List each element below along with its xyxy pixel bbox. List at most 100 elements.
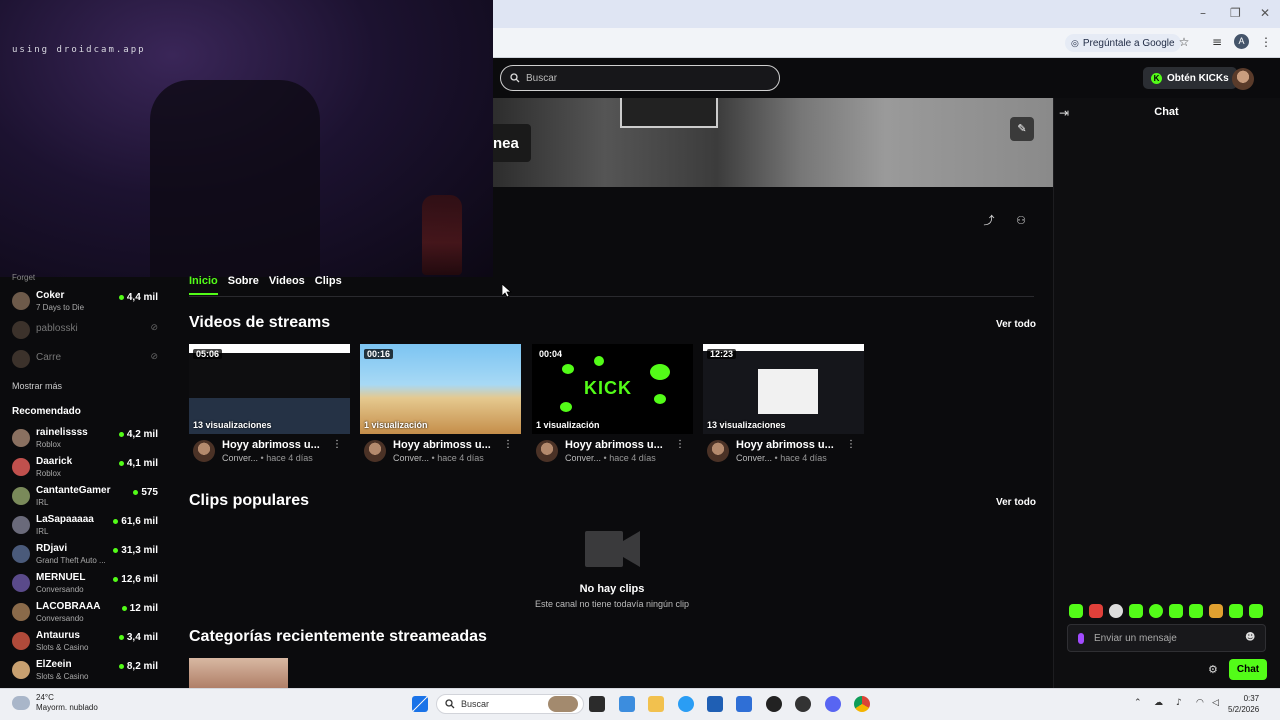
- system-clock[interactable]: 0:37 5/2/2026: [1228, 693, 1259, 715]
- video-camera-icon: [585, 531, 640, 567]
- video-title[interactable]: Hoyy abrimoss u...: [736, 439, 834, 451]
- add-user-icon[interactable]: ⚇: [1013, 213, 1029, 229]
- video-title[interactable]: Hoyy abrimoss u...: [565, 439, 663, 451]
- banner-label: nea: [493, 124, 531, 162]
- avatar[interactable]: [193, 440, 215, 462]
- app-icon[interactable]: [795, 696, 811, 712]
- video-menu-icon[interactable]: ⋮: [332, 439, 342, 450]
- videos-see-all-link[interactable]: Ver todo: [996, 319, 1036, 330]
- video-thumbnail[interactable]: 00:16 1 visualización: [360, 344, 521, 434]
- emote-icon[interactable]: [1209, 604, 1223, 618]
- search-highlight-icon[interactable]: [548, 696, 578, 712]
- outlook-icon[interactable]: [736, 696, 752, 712]
- close-icon[interactable]: ✕: [1260, 6, 1270, 20]
- microphone-icon[interactable]: [1078, 632, 1084, 644]
- emote-icon[interactable]: [1069, 604, 1083, 618]
- channel-category: Slots & Casino: [36, 672, 89, 681]
- tab-inicio[interactable]: Inicio: [189, 273, 218, 295]
- bookmark-star-icon[interactable]: ☆: [1176, 34, 1192, 50]
- search-input[interactable]: Buscar: [500, 65, 780, 91]
- tab-clips[interactable]: Clips: [315, 273, 342, 295]
- clips-see-all-link[interactable]: Ver todo: [996, 497, 1036, 508]
- tabs-divider: [189, 296, 1034, 297]
- minimize-icon[interactable]: –: [1200, 6, 1206, 20]
- wifi-icon[interactable]: ◠: [1196, 698, 1204, 708]
- sidebar-item-coker[interactable]: Coker 7 Days to Die 4,4 mil: [0, 286, 168, 314]
- ask-google-button[interactable]: ◎ Pregúntale a Google: [1065, 34, 1181, 52]
- video-thumbnail[interactable]: KICK 00:04 1 visualización: [532, 344, 693, 434]
- task-view-icon[interactable]: [589, 696, 605, 712]
- video-card[interactable]: 12:23 13 visualizaciones Hoyy abrimoss u…: [703, 344, 864, 474]
- sidebar-item-antaurus[interactable]: Antaurus Slots & Casino 3,4 mil: [0, 626, 168, 654]
- chat-send-button[interactable]: Chat: [1229, 659, 1267, 680]
- sidebar-partial-item: Forget: [12, 273, 36, 282]
- video-menu-icon[interactable]: ⋮: [675, 439, 685, 450]
- video-title[interactable]: Hoyy abrimoss u...: [222, 439, 320, 451]
- tab-videos[interactable]: Videos: [269, 273, 305, 295]
- maximize-icon[interactable]: ❐: [1230, 6, 1241, 20]
- weather-widget[interactable]: 24°C Mayorm. nublado: [12, 693, 98, 713]
- chrome-icon[interactable]: [854, 696, 870, 712]
- sidebar-item-elzeein[interactable]: ElZeein Slots & Casino 8,2 mil: [0, 655, 168, 683]
- avatar[interactable]: [707, 440, 729, 462]
- channel-category: Conversando: [36, 614, 84, 623]
- live-dot-icon: [118, 295, 124, 300]
- category-thumbnail[interactable]: [189, 658, 288, 688]
- microphone-tray-icon[interactable]: ♪: [1176, 698, 1182, 708]
- sidebar-item-lasapaaaaa[interactable]: LaSapaaaaa IRL 61,6 mil: [0, 510, 168, 538]
- video-duration: 12:23: [707, 349, 737, 359]
- avatar[interactable]: [364, 440, 386, 462]
- user-avatar[interactable]: [1232, 68, 1254, 90]
- sidebar-item-rainelissss[interactable]: rainelissss Roblox 4,2 mil: [0, 423, 168, 451]
- avatar: [12, 516, 30, 534]
- search-icon: [510, 73, 520, 83]
- video-card[interactable]: 00:16 1 visualización Hoyy abrimoss u...…: [360, 344, 521, 474]
- edge-browser-icon[interactable]: [678, 696, 694, 712]
- video-menu-icon[interactable]: ⋮: [503, 439, 513, 450]
- video-card[interactable]: KICK 00:04 1 visualización Hoyy abrimoss…: [532, 344, 693, 474]
- video-thumbnail[interactable]: 05:06 13 visualizaciones: [189, 344, 350, 434]
- chat-message-input[interactable]: Enviar un mensaje: [1067, 624, 1266, 652]
- file-explorer-icon[interactable]: [648, 696, 664, 712]
- tray-app-icon[interactable]: ☁: [1154, 698, 1163, 708]
- emote-icon[interactable]: [1249, 604, 1263, 618]
- emote-icon[interactable]: [1129, 604, 1143, 618]
- widgets-icon[interactable]: [619, 696, 635, 712]
- video-title[interactable]: Hoyy abrimoss u...: [393, 439, 491, 451]
- windows-start-icon[interactable]: [412, 696, 428, 712]
- emote-icon[interactable]: [1189, 604, 1203, 618]
- sidebar-item-carre[interactable]: Carre ⊘: [0, 344, 168, 372]
- get-kicks-button[interactable]: K Obtén KICKs: [1143, 67, 1237, 89]
- share-icon[interactable]: ⤴: [981, 213, 997, 229]
- sidebar-item-daarick[interactable]: Daarick Roblox 4,1 mil: [0, 452, 168, 480]
- emote-icon[interactable]: [1089, 604, 1103, 618]
- tray-chevron-icon[interactable]: ⌃: [1134, 698, 1142, 708]
- volume-icon[interactable]: ◁: [1212, 698, 1219, 708]
- emoji-icon[interactable]: ☻: [1245, 632, 1255, 643]
- sidebar-item-mernuel[interactable]: MERNUEL Conversando 12,6 mil: [0, 568, 168, 596]
- edit-banner-button[interactable]: ✎: [1010, 117, 1034, 141]
- discord-icon[interactable]: [825, 696, 841, 712]
- sidebar-item-pablosski[interactable]: pablosski ⊘: [0, 315, 168, 343]
- show-more-link[interactable]: Mostrar más: [12, 381, 62, 391]
- webcam-watermark: using droidcam.app: [12, 45, 146, 55]
- sidebar-item-lacobraaa[interactable]: LACOBRAAA Conversando 12 mil: [0, 597, 168, 625]
- viewer-count: 31,3 mil: [113, 545, 158, 556]
- reading-list-icon[interactable]: ≡: [1209, 34, 1225, 50]
- emote-icon[interactable]: [1109, 604, 1123, 618]
- store-icon[interactable]: [707, 696, 723, 712]
- browser-menu-icon[interactable]: ⋮: [1258, 34, 1274, 50]
- avatar[interactable]: [536, 440, 558, 462]
- app-icon[interactable]: [766, 696, 782, 712]
- tab-sobre[interactable]: Sobre: [228, 273, 259, 295]
- video-menu-icon[interactable]: ⋮: [846, 439, 856, 450]
- emote-icon[interactable]: [1169, 604, 1183, 618]
- sidebar-item-rdjavi[interactable]: RDjavi Grand Theft Auto ... 31,3 mil: [0, 539, 168, 567]
- sidebar-item-cantantegamer[interactable]: CantanteGamer IRL 575: [0, 481, 168, 509]
- browser-profile-avatar[interactable]: A: [1234, 34, 1249, 49]
- emote-icon[interactable]: [1149, 604, 1163, 618]
- video-card[interactable]: 05:06 13 visualizaciones Hoyy abrimoss u…: [189, 344, 350, 474]
- gear-icon[interactable]: ⚙: [1208, 663, 1218, 676]
- emote-icon[interactable]: [1229, 604, 1243, 618]
- video-thumbnail[interactable]: 12:23 13 visualizaciones: [703, 344, 864, 434]
